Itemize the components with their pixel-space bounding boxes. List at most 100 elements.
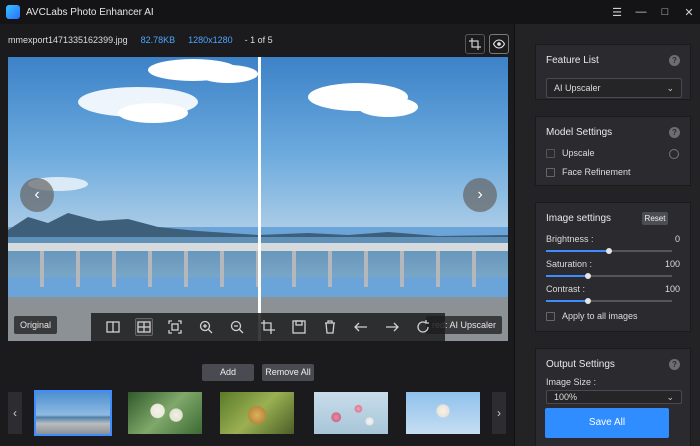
app-logo-icon	[6, 5, 20, 19]
feature-list-title: Feature List	[546, 55, 599, 66]
brightness-slider[interactable]	[546, 248, 672, 254]
thumbnail-3[interactable]	[220, 392, 294, 434]
saturation-slider-knob[interactable]	[584, 273, 591, 279]
cloud	[358, 97, 418, 117]
apply-all-label: Apply to all images	[562, 311, 638, 321]
thumbnail-strip: ‹ ›	[0, 386, 514, 446]
crop-toggle-button[interactable]	[465, 34, 485, 54]
delete-icon	[325, 320, 336, 334]
feature-select-value: AI Upscaler	[554, 83, 601, 93]
brightness-value: 0	[674, 234, 680, 244]
save-icon	[292, 320, 306, 334]
file-count: - 1 of 5	[244, 35, 273, 45]
feature-list-help-icon[interactable]: ?	[669, 55, 680, 66]
contrast-label: Contrast :	[546, 284, 586, 294]
cloud	[118, 103, 188, 123]
window-controls: ☰ — □ ✕	[604, 0, 700, 24]
feature-list-card: Feature List ? AI Upscaler ⌄	[535, 44, 691, 100]
chevron-down-icon: ⌄	[666, 83, 674, 93]
chevron-down-icon: ⌄	[666, 392, 674, 402]
delete-button[interactable]	[321, 318, 339, 336]
file-resolution: 1280x1280	[188, 35, 233, 45]
add-button[interactable]: Add	[202, 364, 254, 381]
cloud	[198, 65, 258, 83]
brightness-slider-knob[interactable]	[606, 248, 612, 254]
original-label: Original	[14, 316, 58, 334]
compare-view-button[interactable]	[134, 318, 153, 336]
close-icon[interactable]: ✕	[678, 0, 700, 24]
reset-button[interactable]: Reset	[642, 212, 668, 225]
redo-button[interactable]	[383, 318, 401, 336]
zoom-out-icon	[230, 320, 244, 334]
compare-view-icon	[136, 321, 151, 333]
saturation-value: 100	[664, 259, 680, 269]
save-button[interactable]	[290, 318, 308, 336]
split-view-button[interactable]	[104, 318, 122, 336]
contrast-value: 100	[664, 284, 680, 294]
menu-icon[interactable]: ☰	[606, 0, 628, 24]
slider-fill	[546, 275, 588, 277]
thumbnail-2[interactable]	[128, 392, 202, 434]
image-settings-title: Image settings	[546, 213, 612, 224]
face-refinement-label: Face Refinement	[562, 167, 631, 177]
image-settings-card: Image settings Reset Brightness : 0 Satu…	[535, 202, 691, 332]
thumbnail-4[interactable]	[314, 392, 388, 434]
image-viewer[interactable]: ‹ › Original red: AI Upscaler	[8, 57, 508, 341]
brightness-label: Brightness :	[546, 234, 594, 244]
contrast-slider-knob[interactable]	[584, 298, 591, 304]
viewer-toolbar	[91, 313, 445, 341]
saturation-label: Saturation :	[546, 259, 593, 269]
saturation-slider[interactable]	[546, 273, 672, 279]
contrast-slider[interactable]	[546, 298, 672, 304]
preview-toggle-button[interactable]	[489, 34, 509, 54]
slider-fill	[546, 250, 609, 252]
image-size-value: 100%	[554, 392, 578, 402]
rotate-icon	[417, 320, 430, 333]
fit-screen-button[interactable]	[166, 318, 184, 336]
model-settings-card: Model Settings ? Upscale Face Refinement	[535, 116, 691, 186]
file-name: mmexport1471335162399.jpg	[8, 35, 128, 45]
prev-image-button[interactable]: ‹	[20, 178, 54, 212]
feature-select[interactable]: AI Upscaler ⌄	[546, 78, 682, 98]
fit-screen-icon	[168, 320, 182, 334]
output-settings-title: Output Settings	[546, 359, 615, 370]
file-info-row: mmexport1471335162399.jpg 82.78KB 1280x1…	[0, 24, 514, 56]
minimize-icon[interactable]: —	[630, 0, 652, 24]
face-refinement-checkbox[interactable]	[546, 168, 555, 177]
next-image-button[interactable]: ›	[463, 178, 497, 212]
crop-icon	[260, 320, 275, 334]
maximize-icon[interactable]: □	[654, 0, 676, 24]
eye-icon	[493, 39, 505, 49]
undo-button[interactable]	[352, 318, 370, 336]
compare-divider-handle[interactable]	[258, 57, 261, 341]
thumbnail-1[interactable]	[34, 390, 112, 436]
apply-all-checkbox[interactable]	[546, 312, 555, 321]
thumbs-next-button[interactable]: ›	[492, 392, 506, 434]
slider-fill	[546, 300, 588, 302]
title-bar: AVCLabs Photo Enhancer AI ☰ — □ ✕	[0, 0, 700, 24]
image-size-label: Image Size :	[546, 377, 597, 387]
zoom-out-button[interactable]	[228, 318, 246, 336]
arrow-left-icon	[354, 322, 368, 332]
upscale-checkbox[interactable]	[546, 149, 555, 158]
zoom-in-icon	[199, 320, 213, 334]
rotate-button[interactable]	[414, 318, 432, 336]
gear-icon[interactable]	[669, 149, 679, 159]
settings-panel: Feature List ? AI Upscaler ⌄ Model Setti…	[514, 24, 700, 446]
output-settings-help-icon[interactable]: ?	[669, 359, 680, 370]
thumbs-prev-button[interactable]: ‹	[8, 392, 22, 434]
arrow-right-icon	[386, 322, 400, 332]
model-settings-help-icon[interactable]: ?	[669, 127, 680, 138]
app-title: AVCLabs Photo Enhancer AI	[26, 6, 154, 18]
model-settings-title: Model Settings	[546, 127, 613, 138]
zoom-in-button[interactable]	[197, 318, 215, 336]
save-all-button[interactable]: Save All	[545, 408, 669, 438]
image-size-select[interactable]: 100% ⌄	[546, 390, 682, 404]
file-size: 82.78KB	[140, 35, 176, 45]
upscale-label: Upscale	[562, 148, 595, 158]
remove-all-button[interactable]: Remove All	[262, 364, 314, 381]
split-view-icon	[105, 321, 120, 333]
crop-button[interactable]	[259, 318, 277, 336]
thumbnail-5[interactable]	[406, 392, 480, 434]
crop-icon	[469, 38, 481, 50]
